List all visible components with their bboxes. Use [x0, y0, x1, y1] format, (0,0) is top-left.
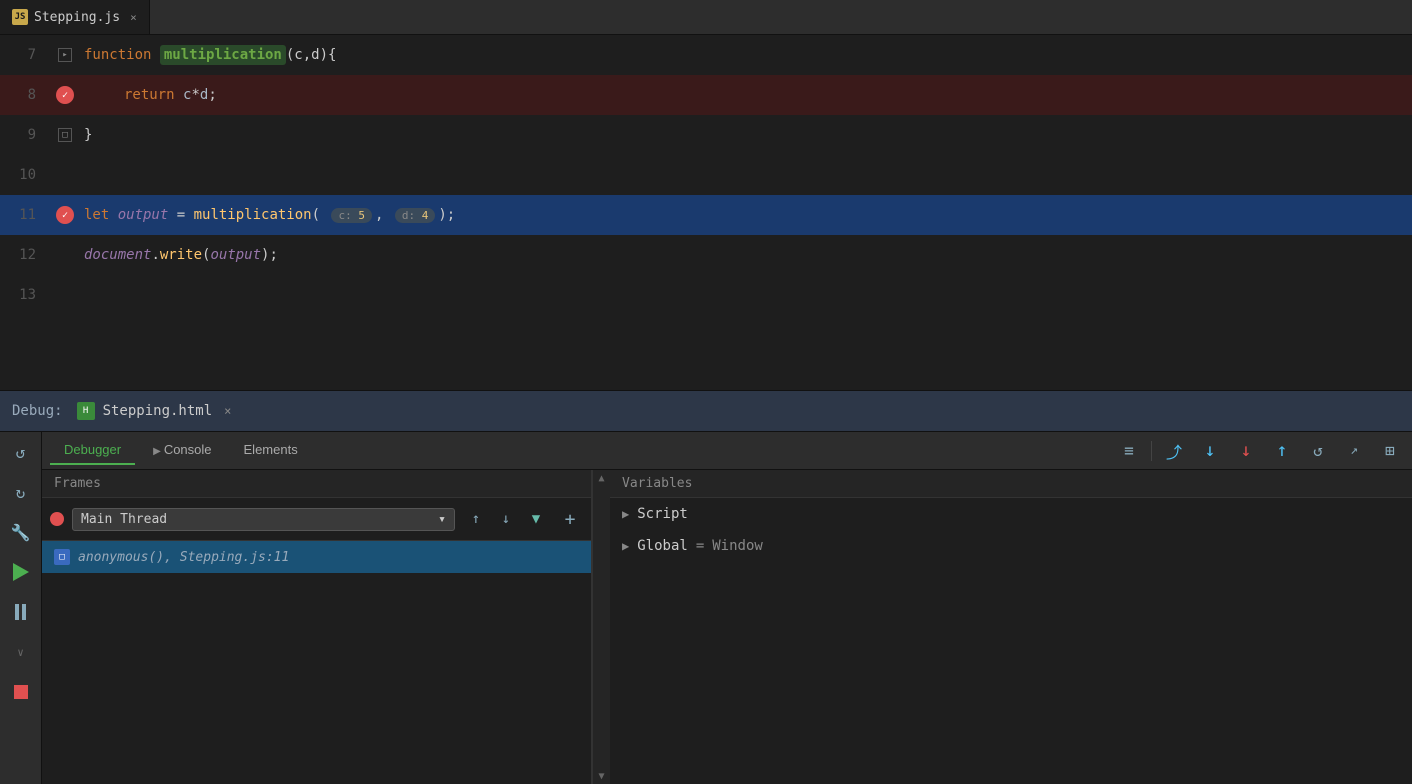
debug-close-button[interactable]: ×	[224, 404, 231, 418]
frame-icon: □	[54, 549, 70, 565]
global-arrow: ▶	[622, 539, 629, 553]
line-number-11: 11	[0, 207, 50, 223]
line-content-11: let output = multiplication( c: 5, d: 4)…	[80, 195, 1412, 236]
scroll-area: ▲ ▼	[592, 470, 610, 784]
bottom-panel: ↺ ↻ 🔧 ∨ Debugger ▶Console Elements	[0, 432, 1412, 784]
breakpoint-area-7[interactable]: ▸	[50, 48, 80, 62]
tab-elements[interactable]: Elements	[230, 436, 312, 465]
step-over-icon[interactable]: ⤴	[1160, 437, 1188, 465]
global-eq: =	[696, 538, 704, 554]
frame-item[interactable]: □ anonymous(), Stepping.js:11	[42, 541, 591, 573]
main-content: Debugger ▶Console Elements ≡ ⤴ ↓ ↓ ↑ ↺ ↗…	[42, 432, 1412, 784]
code-line-11: 11 let output = multiplication( c: 5, d:…	[0, 195, 1412, 235]
thread-up-button[interactable]: ↑	[463, 506, 489, 532]
code-line-10: 10	[0, 155, 1412, 195]
play-icon-btn[interactable]	[9, 560, 33, 584]
step-into-icon[interactable]: ↓	[1196, 437, 1224, 465]
toolbar-separator	[1151, 441, 1152, 461]
badge-c: c: 5	[331, 208, 372, 223]
line-content-12: document.write(output);	[80, 235, 1412, 275]
code-line-7: 7 ▸ function multiplication(c,d){	[0, 35, 1412, 75]
code-line-12: 12 document.write(output);	[0, 235, 1412, 275]
code-line-13: 13	[0, 275, 1412, 315]
file-tab[interactable]: JS Stepping.js ×	[0, 0, 150, 34]
stop-icon-btn[interactable]	[9, 680, 33, 704]
tab-debugger[interactable]: Debugger	[50, 436, 135, 465]
scroll-up-button[interactable]: ▲	[594, 470, 610, 486]
sidebar-icons: ↺ ↻ 🔧 ∨	[0, 432, 42, 784]
fold-arrow-9[interactable]: □	[58, 128, 72, 142]
code-line-9: 9 □ }	[0, 115, 1412, 155]
line-content-8: return c*d;	[80, 75, 1412, 115]
toolbar-icons: ≡ ⤴ ↓ ↓ ↑ ↺ ↗ ⊞	[1115, 437, 1404, 465]
tab-bar: JS Stepping.js ×	[0, 0, 1412, 35]
code-line-8: 8 return c*d;	[0, 75, 1412, 115]
thread-down-button[interactable]: ↓	[493, 506, 519, 532]
frames-header: Frames	[42, 470, 591, 498]
script-label: Script	[637, 506, 688, 522]
dropdown-arrow: ▾	[438, 512, 446, 527]
frame-name: anonymous(), Stepping.js:11	[78, 550, 289, 565]
script-arrow: ▶	[622, 507, 629, 521]
line-number-8: 8	[0, 87, 50, 103]
pause-bars	[15, 604, 26, 620]
step-up-icon[interactable]: ↑	[1268, 437, 1296, 465]
hamburger-icon[interactable]: ≡	[1115, 437, 1143, 465]
pause-icon-btn[interactable]	[9, 600, 33, 624]
breakpoint-area-8[interactable]	[50, 86, 80, 104]
js-icon: JS	[12, 9, 28, 25]
frames-panel: Frames Main Thread ▾ ↑ ↓ ▼ +	[42, 470, 592, 784]
global-value: Window	[712, 538, 763, 554]
tab-close-button[interactable]: ×	[130, 11, 137, 24]
breakpoint-area-11[interactable]	[50, 206, 80, 224]
fold-arrow-7[interactable]: ▸	[58, 48, 72, 62]
debug-file-icon: H	[77, 402, 95, 420]
debug-filename: Stepping.html	[103, 403, 213, 419]
badge-d: d: 4	[395, 208, 436, 223]
debug-label: Debug:	[12, 403, 63, 419]
reload-icon[interactable]: ↻	[9, 480, 33, 504]
tab-filename: Stepping.js	[34, 10, 120, 25]
resume-icon[interactable]: ↺	[1304, 437, 1332, 465]
cursor-icon[interactable]: ↗	[1340, 437, 1368, 465]
line-number-9: 9	[0, 127, 50, 143]
var-item-global[interactable]: ▶ Global = Window	[610, 530, 1412, 562]
grid-icon[interactable]: ⊞	[1376, 437, 1404, 465]
stop-square	[14, 685, 28, 699]
step-out-icon[interactable]: ↓	[1232, 437, 1260, 465]
chevron-down-icon[interactable]: ∨	[9, 640, 33, 664]
refresh-icon[interactable]: ↺	[9, 440, 33, 464]
filter-button[interactable]: ▼	[523, 506, 549, 532]
thread-select[interactable]: Main Thread ▾	[72, 508, 455, 531]
line-number-7: 7	[0, 47, 50, 63]
code-editor: 7 ▸ function multiplication(c,d){ 8 retu…	[0, 35, 1412, 390]
scroll-down-button[interactable]: ▼	[594, 768, 610, 784]
thread-bar: Main Thread ▾ ↑ ↓ ▼ +	[42, 498, 591, 541]
breakpoint-area-9[interactable]: □	[50, 128, 80, 142]
thread-actions: ↑ ↓ ▼	[463, 506, 549, 532]
breakpoint-dot-8[interactable]	[56, 86, 74, 104]
breakpoint-dot-11[interactable]	[56, 206, 74, 224]
line-content-9: }	[80, 115, 1412, 155]
line-content-7: function multiplication(c,d){	[80, 35, 1412, 75]
add-frame-button[interactable]: +	[557, 506, 583, 532]
panels-row: Frames Main Thread ▾ ↑ ↓ ▼ +	[42, 470, 1412, 784]
variables-header: Variables	[610, 470, 1412, 498]
debug-bar: Debug: H Stepping.html ×	[0, 390, 1412, 432]
play-triangle	[13, 563, 29, 581]
variables-panel: Variables ▶ Script ▶ Global = Window	[610, 470, 1412, 784]
tabs-row: Debugger ▶Console Elements ≡ ⤴ ↓ ↓ ↑ ↺ ↗…	[42, 432, 1412, 470]
global-label: Global	[637, 538, 688, 554]
console-arrow-icon: ▶	[153, 446, 161, 457]
thread-dot	[50, 512, 64, 526]
line-number-10: 10	[0, 167, 50, 183]
wrench-icon[interactable]: 🔧	[9, 520, 33, 544]
line-number-13: 13	[0, 287, 50, 303]
code-lines: 7 ▸ function multiplication(c,d){ 8 retu…	[0, 35, 1412, 390]
var-item-script[interactable]: ▶ Script	[610, 498, 1412, 530]
line-number-12: 12	[0, 247, 50, 263]
tab-console[interactable]: ▶Console	[139, 436, 225, 465]
